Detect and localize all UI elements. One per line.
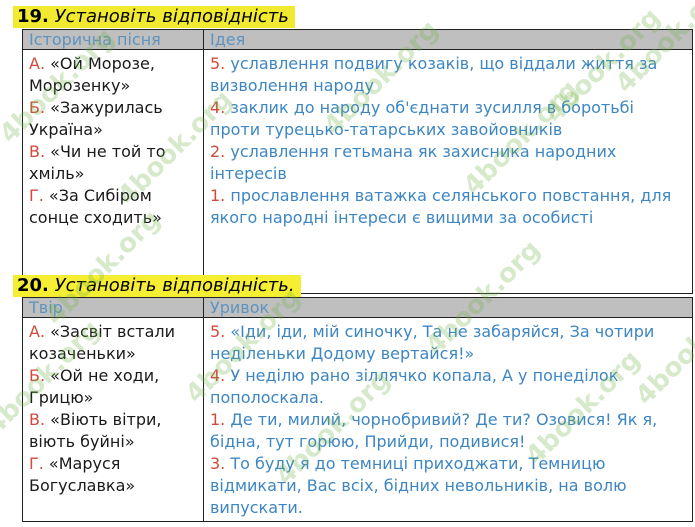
column-header-song: Історична пісня (22, 29, 204, 50)
list-item: В. «Віють вітри, віють буйні» (29, 410, 162, 451)
task-20-number: 20. (17, 275, 49, 296)
list-item: В. «Чи не той то хміль» (29, 142, 166, 183)
list-item: 1. прославлення ватажка селянського повс… (210, 186, 672, 227)
column-header-work: Твір (22, 297, 204, 318)
list-item: 3. То буду я до темниці приходжати, Темн… (210, 454, 627, 517)
column-header-excerpt: Уривок (203, 297, 693, 318)
task-20-right-cell: 5. «Іди, іди, мій синочку, Та не забаряй… (203, 317, 693, 522)
list-item: А. «Засвіт встали козаченьки» (29, 322, 176, 363)
list-item: Г. «За Сибіром сонце сходить» (29, 186, 162, 227)
column-header-idea: Ідея (203, 29, 693, 50)
task-19-heading: Установіть відповідність (54, 6, 289, 27)
task-19-right-cell: 5. уславлення подвигу козаків, що віддал… (203, 49, 693, 294)
list-item: Б. «Зажурилась Україна» (29, 98, 163, 139)
task-20-heading: Установіть відповідність. (54, 275, 295, 296)
task-20-title: 20. Установіть відповідність. (13, 275, 301, 297)
list-item: 1. Де ти, милий, чорнобривий? Де ти? Озо… (210, 410, 658, 451)
list-item: Б. «Ой не ходи, Грицю» (29, 366, 160, 407)
list-item: А. «Ой Морозе, Морозенку» (29, 54, 155, 95)
list-item: 4. заклик до народу об'єднати зусилля в … (210, 98, 634, 139)
list-item: 2. уславлення гетьмана як захисника наро… (210, 142, 617, 183)
list-item: 5. «Іди, іди, мій синочку, Та не забаряй… (210, 322, 655, 363)
task-19-table: Історична пісня Ідея А. «Ой Морозе, Моро… (22, 29, 693, 294)
list-item: 5. уславлення подвигу козаків, що віддал… (210, 54, 658, 95)
task-19-title: 19. Установіть відповідність (13, 6, 295, 28)
task-20-left-cell: А. «Засвіт встали козаченьки» Б. «Ой не … (22, 317, 204, 522)
list-item: 4. У неділю рано зіллячко копала, А у по… (210, 366, 619, 407)
task-20-table: Твір Уривок А. «Засвіт встали козаченьки… (22, 297, 693, 522)
task-19-number: 19. (17, 6, 49, 27)
task-19-left-cell: А. «Ой Морозе, Морозенку» Б. «Зажурилась… (22, 49, 204, 294)
list-item: Г. «Маруся Богуславка» (29, 454, 136, 495)
